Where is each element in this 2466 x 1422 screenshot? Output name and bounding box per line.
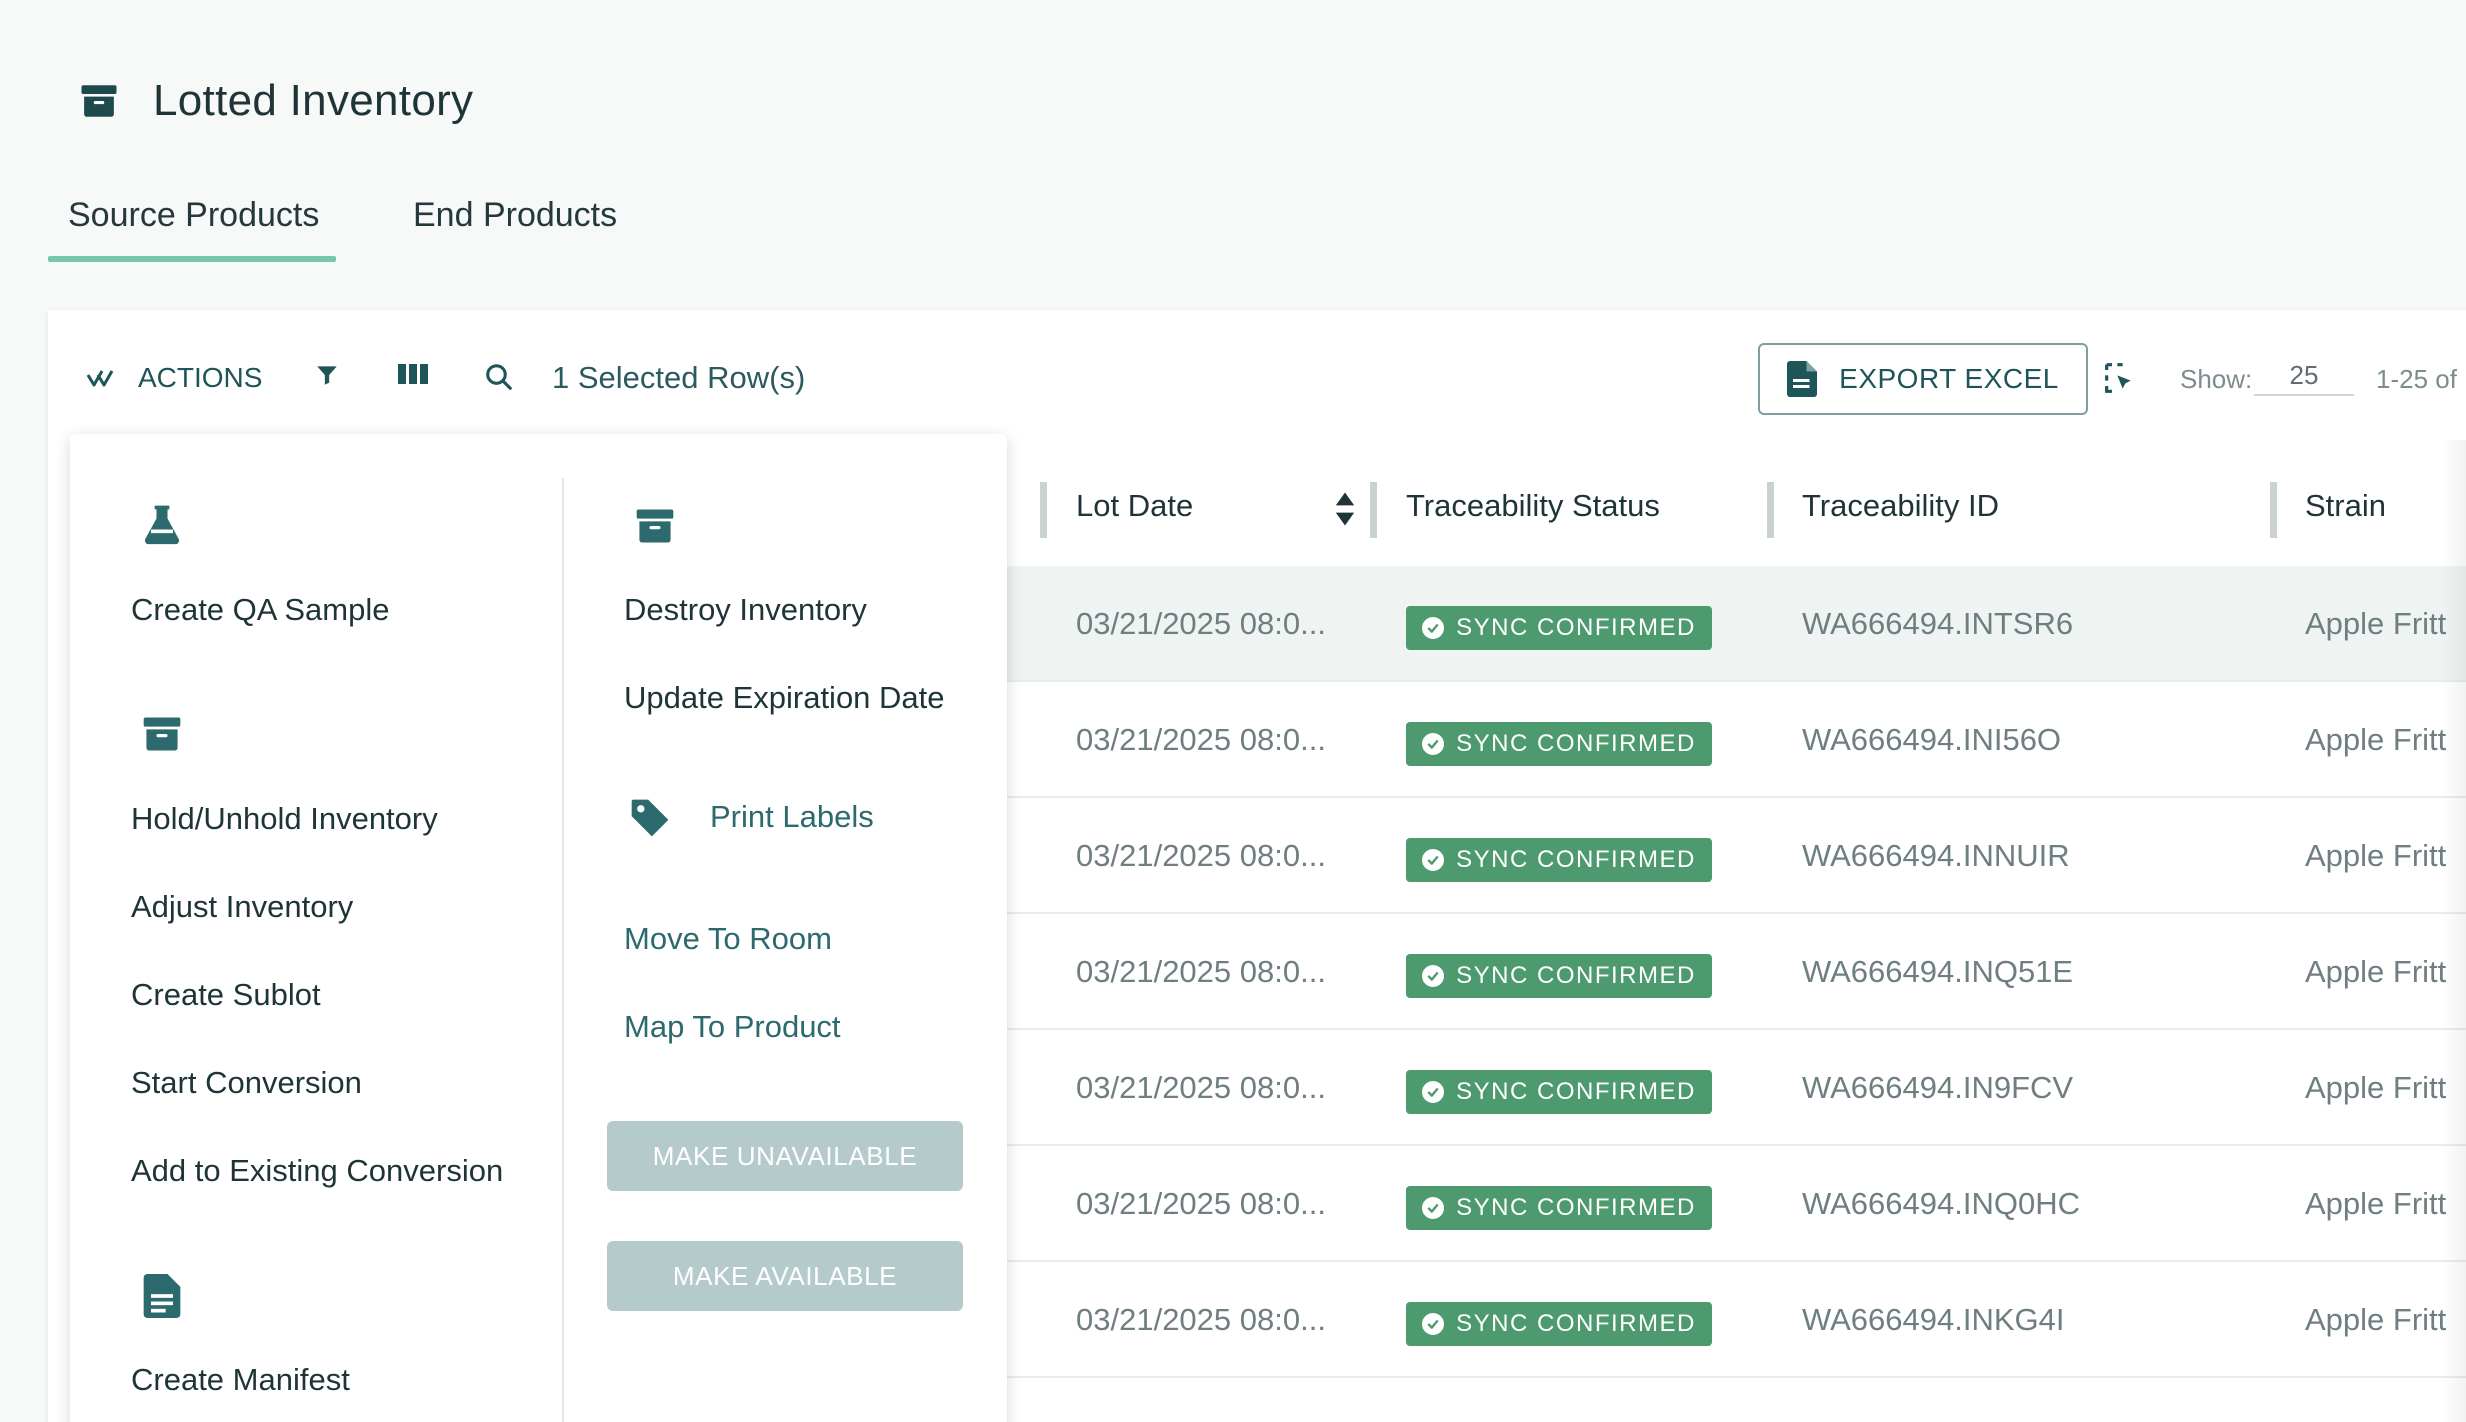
cell-lot-date: 03/21/2025 08:0... xyxy=(1076,1070,1326,1105)
actions-label: ACTIONS xyxy=(138,362,263,393)
check-circle-icon xyxy=(1422,1313,1445,1335)
status-badge: SYNC CONFIRMED xyxy=(1406,606,1712,650)
cell-traceability-id: WA666494.INI56O xyxy=(1802,722,2062,757)
cell-lot-date: 03/21/2025 08:0... xyxy=(1076,1302,1326,1337)
status-badge-label: SYNC CONFIRMED xyxy=(1456,730,1696,757)
cell-lot-date: 03/21/2025 08:0... xyxy=(1076,606,1326,641)
menu-item-print-labels[interactable]: Print Labels xyxy=(710,799,874,835)
menu-item-hold-unhold-inventory[interactable]: Hold/Unhold Inventory xyxy=(131,801,438,837)
tab-source-products[interactable]: Source Products xyxy=(68,196,319,235)
column-resizer[interactable] xyxy=(1767,482,1774,538)
column-resizer[interactable] xyxy=(2270,482,2277,538)
double-check-icon xyxy=(86,370,114,387)
selected-rows-count: 1 Selected Row(s) xyxy=(552,360,806,395)
menu-divider xyxy=(562,478,564,1422)
cell-strain: Apple Fritt xyxy=(2305,1302,2447,1337)
tab-end-products[interactable]: End Products xyxy=(413,196,617,235)
check-circle-icon xyxy=(1422,617,1445,639)
status-badge: SYNC CONFIRMED xyxy=(1406,838,1712,882)
select-cursor-icon[interactable] xyxy=(2104,362,2136,394)
cell-strain: Apple Fritt xyxy=(2305,606,2447,641)
menu-item-create-sublot[interactable]: Create Sublot xyxy=(131,977,321,1013)
status-badge: SYNC CONFIRMED xyxy=(1406,954,1712,998)
menu-item-create-manifest[interactable]: Create Manifest xyxy=(131,1362,350,1398)
archive-box-icon xyxy=(636,509,674,543)
pagination-range: 1-25 of xyxy=(2376,364,2457,394)
status-badge-label: SYNC CONFIRMED xyxy=(1456,1194,1696,1221)
column-header-traceability-id[interactable]: Traceability ID xyxy=(1802,488,1999,524)
column-header-strain[interactable]: Strain xyxy=(2305,488,2386,524)
status-badge-label: SYNC CONFIRMED xyxy=(1456,614,1696,641)
column-resizer[interactable] xyxy=(1370,482,1377,538)
cell-lot-date: 03/21/2025 08:0... xyxy=(1076,954,1326,989)
menu-item-destroy-inventory[interactable]: Destroy Inventory xyxy=(624,592,867,628)
table-scroll-edge xyxy=(2440,440,2466,1422)
document-icon xyxy=(1787,361,1818,397)
search-icon xyxy=(486,364,512,390)
filter-icon xyxy=(317,366,337,385)
cell-strain: Apple Fritt xyxy=(2305,1070,2447,1105)
status-badge-label: SYNC CONFIRMED xyxy=(1456,846,1696,873)
cell-lot-date: 03/21/2025 08:0... xyxy=(1076,838,1326,873)
export-excel-button[interactable]: EXPORT EXCEL xyxy=(1758,343,2088,415)
menu-item-start-conversion[interactable]: Start Conversion xyxy=(131,1065,362,1101)
menu-item-create-qa-sample[interactable]: Create QA Sample xyxy=(131,592,389,628)
actions-button[interactable]: ACTIONS xyxy=(86,362,262,394)
cell-strain: Apple Fritt xyxy=(2305,954,2447,989)
check-circle-icon xyxy=(1422,1081,1445,1103)
menu-item-adjust-inventory[interactable]: Adjust Inventory xyxy=(131,889,353,925)
cell-strain: Apple Fritt xyxy=(2305,1186,2447,1221)
filter-button[interactable] xyxy=(314,362,340,388)
column-resizer[interactable] xyxy=(1040,482,1047,538)
archive-box-icon xyxy=(81,85,117,117)
check-circle-icon xyxy=(1422,733,1445,755)
check-circle-icon xyxy=(1422,965,1445,987)
tag-icon xyxy=(631,799,669,837)
column-header-traceability-status[interactable]: Traceability Status xyxy=(1406,488,1660,524)
cell-traceability-id: WA666494.IN9FCV xyxy=(1802,1070,2074,1105)
menu-item-add-to-existing-conversion[interactable]: Add to Existing Conversion xyxy=(131,1153,503,1189)
column-header-lot-date[interactable]: Lot Date xyxy=(1076,488,1193,524)
export-label: EXPORT EXCEL xyxy=(1839,363,2059,394)
check-circle-icon xyxy=(1422,849,1445,871)
cell-traceability-id: WA666494.INTSR6 xyxy=(1802,606,2074,641)
status-badge: SYNC CONFIRMED xyxy=(1406,1186,1712,1230)
cell-traceability-id: WA666494.INKG4I xyxy=(1802,1302,2065,1337)
make-available-button[interactable]: MAKE AVAILABLE xyxy=(607,1241,963,1311)
check-circle-icon xyxy=(1422,1197,1445,1219)
active-tab-indicator xyxy=(48,256,336,262)
columns-icon xyxy=(398,364,428,384)
status-badge-label: SYNC CONFIRMED xyxy=(1456,1310,1696,1337)
sort-icon[interactable] xyxy=(1334,490,1356,528)
cell-strain: Apple Fritt xyxy=(2305,838,2447,873)
status-badge: SYNC CONFIRMED xyxy=(1406,722,1712,766)
search-button[interactable] xyxy=(484,362,514,392)
show-label: Show: xyxy=(2180,364,2253,394)
menu-item-map-to-product[interactable]: Map To Product xyxy=(624,1009,841,1045)
page-title: Lotted Inventory xyxy=(153,76,474,125)
flask-icon xyxy=(144,505,180,545)
make-unavailable-button[interactable]: MAKE UNAVAILABLE xyxy=(607,1121,963,1191)
status-badge-label: SYNC CONFIRMED xyxy=(1456,1078,1696,1105)
columns-button[interactable] xyxy=(398,362,428,386)
status-badge: SYNC CONFIRMED xyxy=(1406,1070,1712,1114)
cell-traceability-id: WA666494.INQ0HC xyxy=(1802,1186,2080,1221)
page-size-select[interactable]: 25 xyxy=(2254,356,2354,396)
cell-strain: Apple Fritt xyxy=(2305,722,2447,757)
cell-lot-date: 03/21/2025 08:0... xyxy=(1076,1186,1326,1221)
document-icon xyxy=(143,1274,181,1318)
status-badge: SYNC CONFIRMED xyxy=(1406,1302,1712,1346)
menu-item-move-to-room[interactable]: Move To Room xyxy=(624,921,832,957)
menu-item-update-expiration-date[interactable]: Update Expiration Date xyxy=(624,680,945,716)
cell-lot-date: 03/21/2025 08:0... xyxy=(1076,722,1326,757)
archive-box-icon xyxy=(143,717,181,751)
cell-traceability-id: WA666494.INNUIR xyxy=(1802,838,2070,873)
cell-traceability-id: WA666494.INQ51E xyxy=(1802,954,2074,989)
status-badge-label: SYNC CONFIRMED xyxy=(1456,962,1696,989)
